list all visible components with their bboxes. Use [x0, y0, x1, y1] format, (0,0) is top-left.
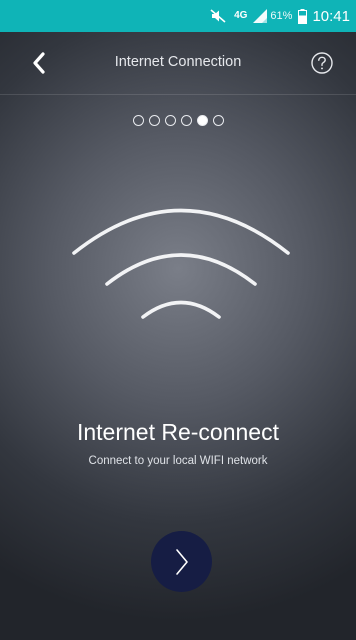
setup-screen: 4G 61% 10:41 Internet Connection Interne… — [0, 0, 356, 640]
step-dot — [132, 115, 144, 126]
back-button[interactable] — [24, 48, 54, 78]
network-type: 4G — [234, 11, 247, 21]
step-dot-active — [196, 115, 208, 126]
headline: Internet Re-connect — [76, 419, 279, 445]
chevron-right-icon — [175, 548, 188, 575]
network-type-label: 4G — [234, 10, 248, 21]
step-dot — [180, 115, 192, 126]
app-header: Internet Connection — [0, 32, 356, 95]
status-bar: 4G 61% 10:41 — [0, 0, 356, 32]
signal-icon — [253, 9, 268, 23]
help-button[interactable] — [310, 51, 334, 75]
step-dot — [164, 115, 176, 126]
subheadline: Connect to your local WIFI network — [88, 455, 268, 467]
mute-icon — [210, 9, 226, 23]
wifi-icon — [72, 208, 290, 319]
step-indicator — [0, 115, 356, 126]
step-dot — [148, 115, 160, 126]
step-dot — [212, 115, 224, 126]
help-circle-icon — [311, 52, 333, 74]
next-button[interactable] — [151, 531, 212, 592]
page-title: Internet Connection — [114, 54, 242, 70]
clock-time: 10:41 — [312, 7, 350, 25]
battery-percent: 61% — [270, 10, 293, 22]
chevron-left-icon — [33, 52, 45, 74]
battery-icon — [298, 8, 308, 24]
